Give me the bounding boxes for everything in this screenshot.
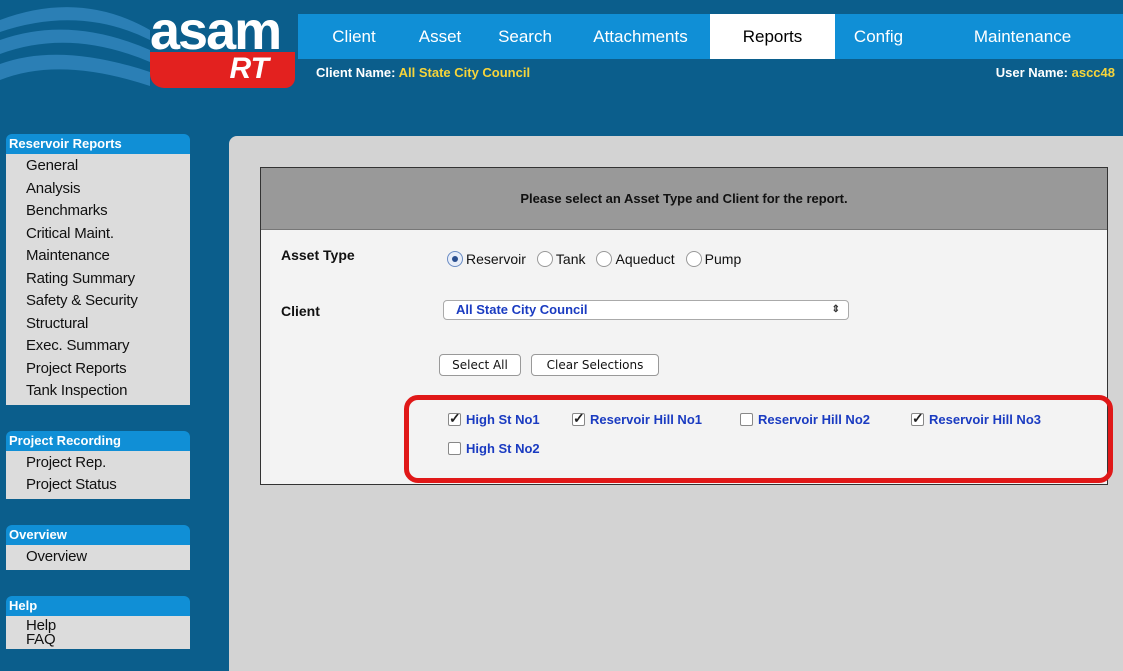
radio-button[interactable] [447, 251, 463, 267]
asset-checkbox-reservoir-hill-no1[interactable]: Reservoir Hill No1 [572, 410, 702, 427]
radio-label: Reservoir [466, 251, 526, 267]
sidebar-list: General Analysis Benchmarks Critical Mai… [6, 154, 190, 405]
client-name-label: Client Name: [316, 65, 396, 80]
main-nav: Client Asset Search Attachments Reports … [307, 14, 1123, 59]
client-name-value: All State City Council [398, 65, 531, 80]
clear-selections-button[interactable]: Clear Selections [531, 354, 659, 376]
sidebar-group-reservoir-reports: Reservoir Reports General Analysis Bench… [6, 134, 190, 405]
client-name-display: Client Name: All State City Council [316, 65, 530, 80]
report-form: Please select an Asset Type and Client f… [260, 167, 1108, 485]
asset-name: High St No2 [466, 441, 540, 456]
asset-name: Reservoir Hill No2 [758, 412, 870, 427]
sidebar-heading: Reservoir Reports [6, 134, 190, 154]
radio-pump[interactable]: Pump [685, 251, 742, 267]
app-logo: asam RT [0, 0, 298, 88]
asset-type-radio-group: Reservoir Tank Aqueduct Pump [447, 251, 752, 267]
sidebar-item-project-status[interactable]: Project Status [6, 474, 190, 497]
radio-button[interactable] [536, 251, 553, 267]
sidebar-heading: Overview [6, 524, 190, 545]
sidebar-heading: Help [6, 596, 190, 616]
sidebar-item-exec-summary[interactable]: Exec. Summary [6, 335, 190, 358]
checkbox[interactable] [448, 410, 461, 427]
sidebar-item-rating-summary[interactable]: Rating Summary [6, 268, 190, 291]
sidebar-group-overview: Overview Overview [6, 524, 190, 570]
sidebar-item-project-rep[interactable]: Project Rep. [6, 452, 190, 475]
radio-label: Pump [704, 251, 742, 267]
tab-search[interactable]: Search [479, 14, 571, 59]
sidebar: Reservoir Reports General Analysis Bench… [6, 134, 190, 671]
asset-type-label: Asset Type [281, 247, 355, 263]
sidebar-item-safety-security[interactable]: Safety & Security [6, 290, 190, 313]
asset-name: Reservoir Hill No1 [590, 412, 702, 427]
tab-maintenance[interactable]: Maintenance [922, 14, 1123, 59]
sidebar-group-project-recording: Project Recording Project Rep. Project S… [6, 430, 190, 499]
client-label: Client [281, 303, 320, 319]
sidebar-item-benchmarks[interactable]: Benchmarks [6, 200, 190, 223]
tab-client[interactable]: Client [307, 14, 401, 59]
client-select[interactable]: All State City Council ⇕ [443, 300, 849, 320]
asset-name: Reservoir Hill No3 [929, 412, 1041, 427]
tab-attachments[interactable]: Attachments [571, 14, 710, 59]
radio-tank[interactable]: Tank [536, 251, 586, 267]
tab-reports[interactable]: Reports [710, 14, 835, 59]
sidebar-item-project-reports[interactable]: Project Reports [6, 358, 190, 381]
asset-checkbox-high-st-no1[interactable]: High St No1 [448, 410, 540, 427]
radio-label: Tank [555, 251, 586, 267]
user-name-value: ascc48 [1071, 65, 1115, 80]
radio-button[interactable] [685, 251, 702, 267]
logo-swoosh-icon [0, 7, 150, 86]
radio-label: Aqueduct [615, 251, 675, 267]
user-name-display: User Name: ascc48 [996, 65, 1115, 80]
sidebar-group-help: Help Help FAQ [6, 596, 190, 649]
sidebar-item-critical-maint[interactable]: Critical Maint. [6, 223, 190, 246]
sidebar-item-maintenance[interactable]: Maintenance [6, 245, 190, 268]
sidebar-list: Help FAQ [6, 616, 190, 649]
asset-checkbox-reservoir-hill-no3[interactable]: Reservoir Hill No3 [911, 410, 1041, 427]
main-panel: Please select an Asset Type and Client f… [229, 136, 1123, 671]
sidebar-item-faq[interactable]: FAQ [6, 632, 190, 647]
checkbox[interactable] [911, 410, 924, 427]
logo-sub: RT [229, 52, 269, 85]
updown-arrows-icon: ⇕ [831, 304, 840, 315]
sidebar-item-overview[interactable]: Overview [6, 546, 190, 569]
sidebar-heading: Project Recording [6, 430, 190, 451]
radio-button[interactable] [596, 251, 613, 267]
client-select-value: All State City Council [456, 302, 588, 317]
sidebar-list: Overview [6, 544, 190, 570]
sidebar-item-analysis[interactable]: Analysis [6, 178, 190, 201]
sidebar-list: Project Rep. Project Status [6, 450, 190, 499]
checkbox[interactable] [572, 410, 585, 427]
sidebar-item-structural[interactable]: Structural [6, 313, 190, 336]
checkbox[interactable] [740, 413, 753, 426]
asset-checkbox-reservoir-hill-no2[interactable]: Reservoir Hill No2 [740, 412, 870, 427]
tab-asset[interactable]: Asset [401, 14, 479, 59]
checkbox[interactable] [448, 442, 461, 455]
radio-aqueduct[interactable]: Aqueduct [596, 251, 675, 267]
sidebar-item-tank-inspection[interactable]: Tank Inspection [6, 380, 190, 403]
select-all-button[interactable]: Select All [439, 354, 521, 376]
asset-name: High St No1 [466, 412, 540, 427]
sidebar-item-general[interactable]: General [6, 155, 190, 178]
form-heading: Please select an Asset Type and Client f… [261, 168, 1107, 230]
radio-reservoir[interactable]: Reservoir [447, 251, 526, 267]
tab-config[interactable]: Config [835, 14, 922, 59]
user-name-label: User Name: [995, 65, 1068, 80]
navbar-spacer [298, 14, 307, 59]
asset-checkbox-high-st-no2[interactable]: High St No2 [448, 441, 540, 456]
